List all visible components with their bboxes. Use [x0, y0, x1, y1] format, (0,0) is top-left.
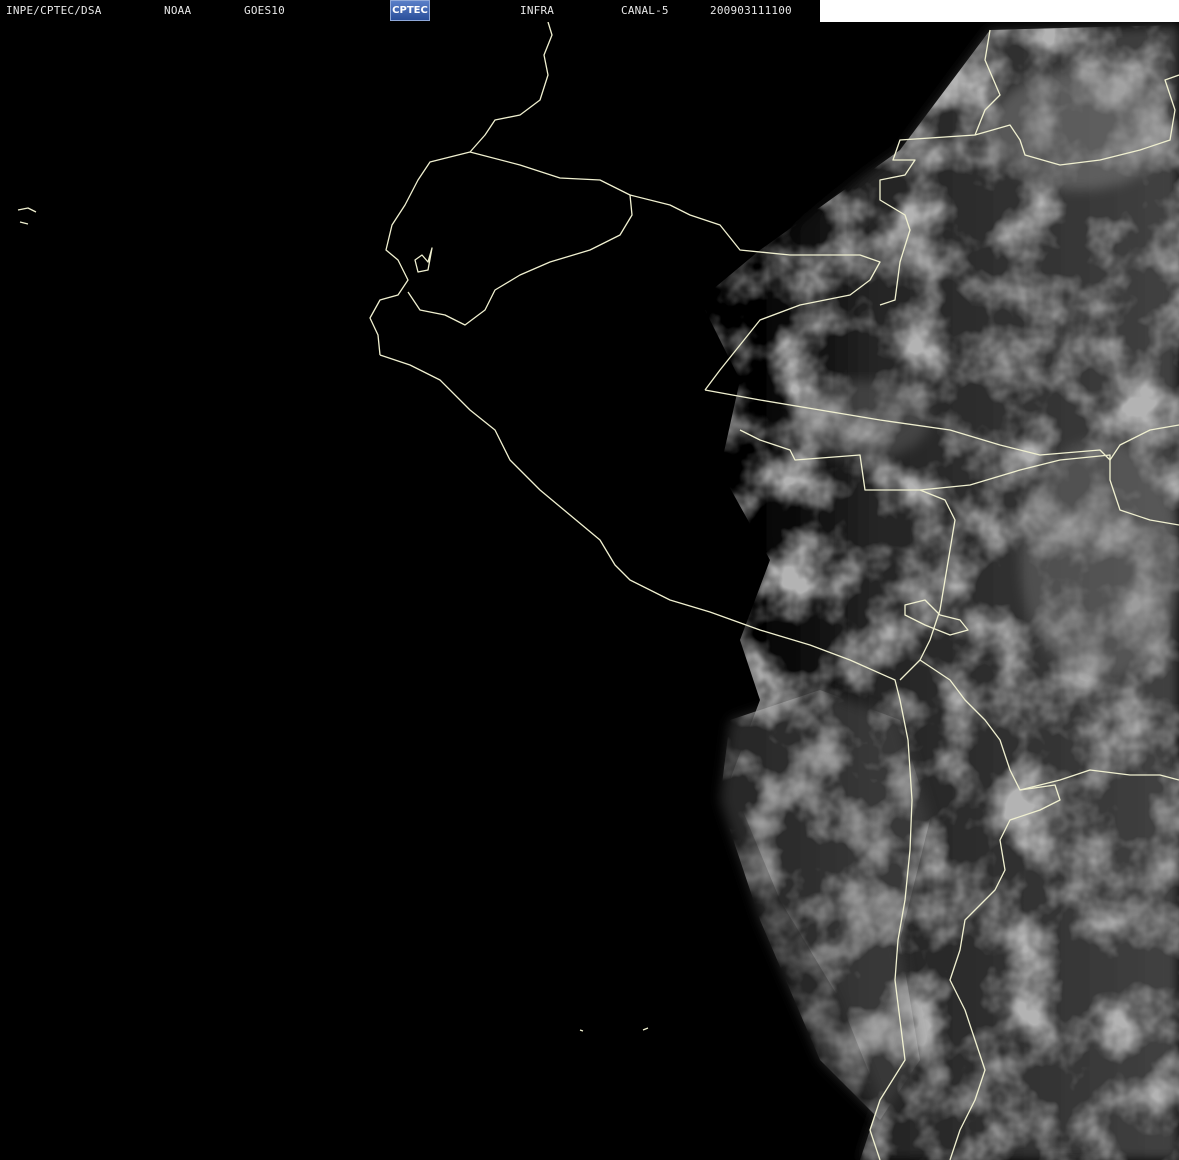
gulf-islands	[414, 247, 433, 273]
island-galapagos	[17, 207, 37, 225]
source-label: NOAA	[164, 4, 192, 17]
cptec-logo: CPTEC	[390, 0, 430, 21]
border-ecuador	[407, 151, 633, 326]
cptec-logo-text: CPTEC	[392, 5, 428, 16]
product-label: INFRA	[520, 4, 555, 17]
island-small	[579, 1027, 649, 1032]
cloud-field	[700, 25, 1179, 1160]
satellite-imagery	[17, 21, 1179, 1160]
channel-label: CANAL-5	[621, 4, 669, 17]
header-bar: INPE/CPTEC/DSA NOAA GOES10 CPTEC INFRA C…	[0, 0, 820, 22]
satellite-label: GOES10	[244, 4, 285, 17]
satellite-image-frame: INPE/CPTEC/DSA NOAA GOES10 CPTEC INFRA C…	[0, 0, 1179, 1160]
header-blank-panel	[820, 0, 1179, 22]
timestamp-label: 200903111100	[710, 4, 792, 17]
agency-label: INPE/CPTEC/DSA	[6, 4, 102, 17]
coastline-north	[369, 21, 553, 356]
